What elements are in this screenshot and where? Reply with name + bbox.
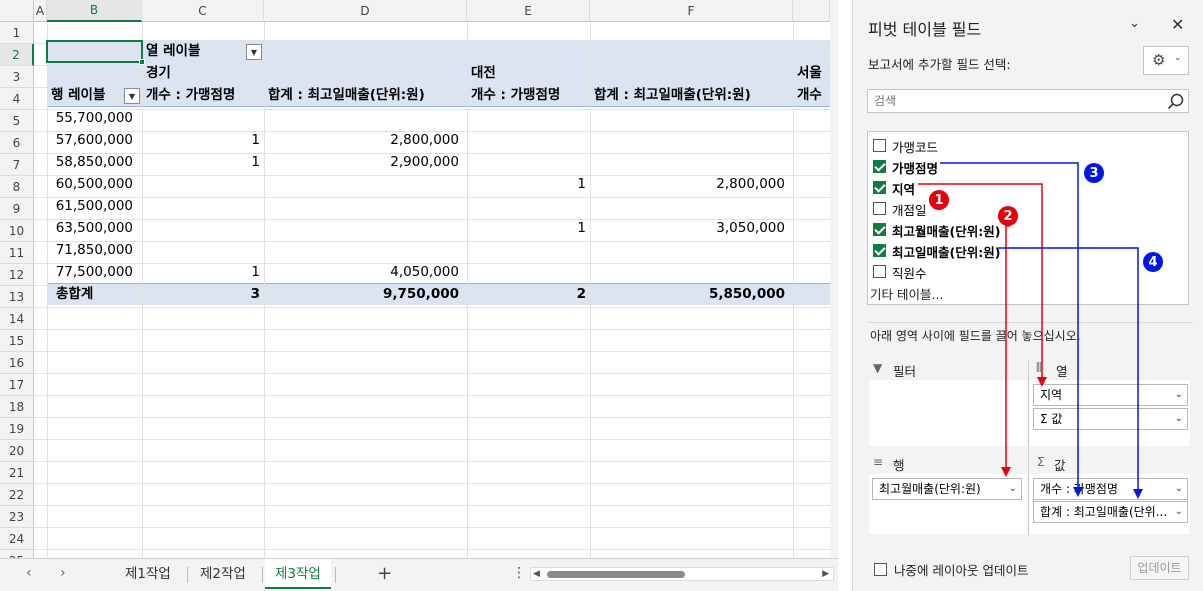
arrow-region-to-columns — [918, 183, 1043, 378]
arrow-head — [1001, 467, 1011, 477]
arrow-head — [1133, 489, 1143, 499]
badge-3: 3 — [1084, 163, 1104, 183]
arrow-monthly-to-rows — [1005, 225, 1010, 468]
badge-1: 1 — [929, 190, 949, 210]
arrow-head — [1037, 377, 1047, 387]
annotation-overlay — [918, 162, 1143, 499]
arrow-head — [1073, 487, 1083, 497]
arrow-daily-to-values — [998, 247, 1139, 490]
badge-4: 4 — [1143, 252, 1163, 272]
badge-2: 2 — [998, 206, 1018, 226]
